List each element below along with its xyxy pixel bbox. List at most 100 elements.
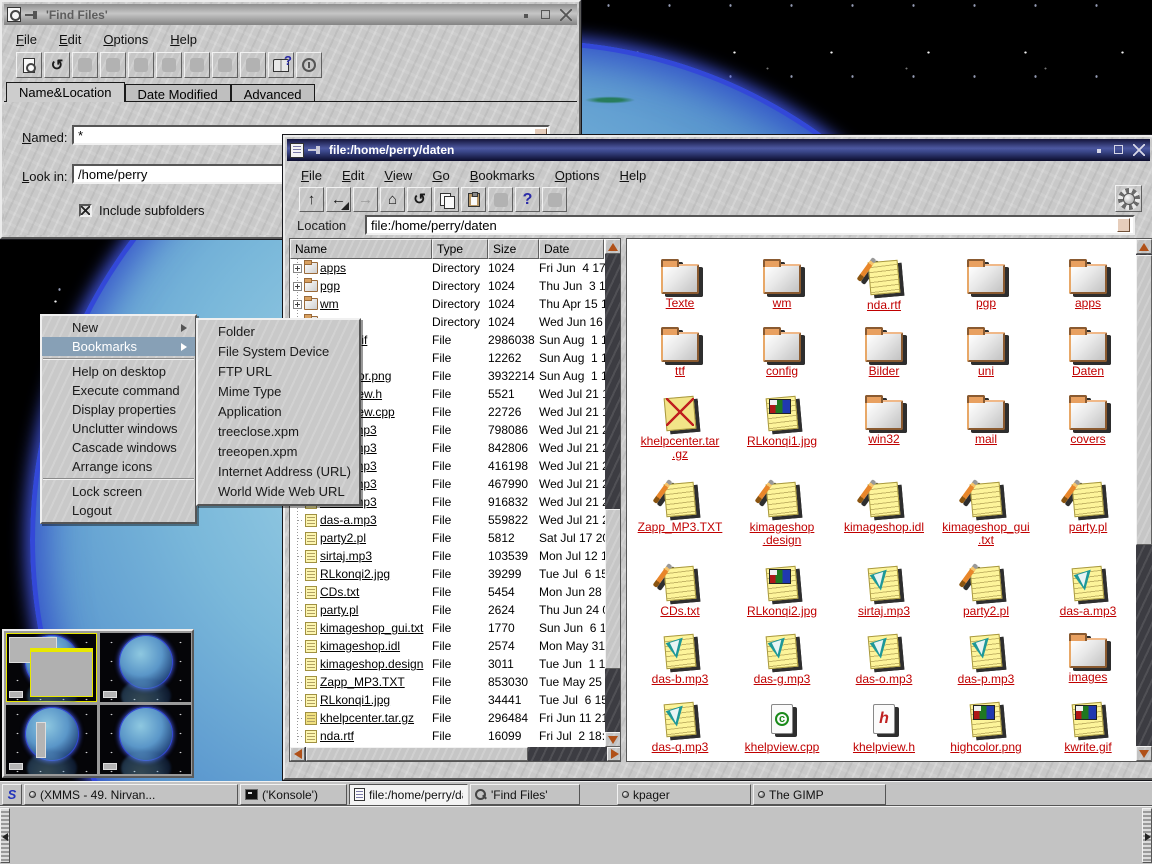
minimize-button[interactable] xyxy=(1091,142,1107,158)
pager-desktop-3[interactable] xyxy=(6,705,97,774)
icon-label[interactable]: RLkonqi1.jpg xyxy=(732,435,832,448)
table-row[interactable]: pgpDirectory1024Thu Jun 3 19 xyxy=(290,277,604,295)
icon-view-item[interactable]: kimageshop_gui.txt xyxy=(936,482,1036,547)
icon-view-item[interactable]: Daten xyxy=(1038,328,1138,378)
icon-label-2[interactable]: .design xyxy=(732,534,832,547)
icon-label[interactable]: party2.pl xyxy=(936,605,1036,618)
paste-button[interactable] xyxy=(461,187,486,212)
icon-view-item[interactable]: khelpcenter.tar.gz xyxy=(630,396,730,461)
record-button[interactable] xyxy=(184,52,210,78)
table-row[interactable]: khelpcenter.tar.gzFile296484Fri Jun 11 2… xyxy=(290,709,604,727)
scroll-down-button[interactable] xyxy=(605,732,621,747)
panel-hide-right-button[interactable] xyxy=(1142,808,1152,863)
column-header-size[interactable]: Size xyxy=(488,239,539,259)
menu-edit[interactable]: Edit xyxy=(342,168,364,183)
tab-advanced[interactable]: Advanced xyxy=(231,84,315,102)
minimize-button[interactable] xyxy=(518,7,534,23)
column-header-type[interactable]: Type xyxy=(432,239,488,259)
icon-view-item[interactable]: hkhelpview.h xyxy=(834,702,934,754)
location-input[interactable] xyxy=(365,215,1135,235)
menu-item-lock-screen[interactable]: Lock screen xyxy=(42,482,195,501)
icon-view-item[interactable]: das-a.mp3 xyxy=(1038,566,1138,618)
menu-file[interactable]: File xyxy=(16,32,37,47)
icon-label[interactable]: wm xyxy=(732,297,832,310)
close-button[interactable] xyxy=(1131,142,1147,158)
icon-label[interactable]: sirtaj.mp3 xyxy=(834,605,934,618)
submenu-item-treeopen-xpm[interactable]: treeopen.xpm xyxy=(198,442,359,462)
tab-date-modified[interactable]: Date Modified xyxy=(125,84,231,102)
save-button[interactable] xyxy=(128,52,154,78)
close-button[interactable] xyxy=(296,52,322,78)
icon-label[interactable]: khelpview.cpp xyxy=(732,741,832,754)
menu-view[interactable]: View xyxy=(384,168,412,183)
icon-label[interactable]: Zapp_MP3.TXT xyxy=(630,521,730,534)
stop-button[interactable] xyxy=(542,187,567,212)
scrollbar-thumb[interactable] xyxy=(605,509,621,669)
taskbar-find-files[interactable]: 'Find Files' xyxy=(470,784,580,805)
table-row[interactable]: RLkonqi1.jpgFile34441Tue Jul 6 15: xyxy=(290,691,604,709)
scroll-up-button[interactable] xyxy=(1136,239,1152,254)
tree-horizontal-scrollbar[interactable] xyxy=(290,747,621,762)
scroll-up-button[interactable] xyxy=(605,239,621,254)
icon-view-item[interactable]: Texte xyxy=(630,260,730,310)
icon-label[interactable]: das-g.mp3 xyxy=(732,673,832,686)
submenu-item-internet-address-url[interactable]: Internet Address (URL) xyxy=(198,462,359,482)
icon-view-item[interactable]: Zapp_MP3.TXT xyxy=(630,482,730,534)
icon-label[interactable]: highcolor.png xyxy=(936,741,1036,754)
icon-view-item[interactable]: pgp xyxy=(936,260,1036,310)
icon-label[interactable]: kimageshop.idl xyxy=(834,521,934,534)
icon-view-item[interactable]: kwrite.gif xyxy=(1038,702,1138,754)
icon-vertical-scrollbar[interactable] xyxy=(1136,239,1152,761)
icon-view-item[interactable]: nda.rtf xyxy=(834,260,934,312)
menu-item-display-properties[interactable]: Display properties xyxy=(42,400,195,419)
column-header-name[interactable]: Name xyxy=(290,239,432,259)
icon-label[interactable]: khelpview.h xyxy=(834,741,934,754)
up-button[interactable]: ↑ xyxy=(299,187,324,212)
print-button[interactable] xyxy=(488,187,513,212)
table-row[interactable]: CDs.txtFile5454Mon Jun 28 2 xyxy=(290,583,604,601)
icon-view-item[interactable]: highcolor.png xyxy=(936,702,1036,754)
taskbar-start-button[interactable]: S xyxy=(2,784,22,805)
scroll-down-button[interactable] xyxy=(1136,746,1152,761)
file-name[interactable]: wm xyxy=(320,297,339,311)
menu-go[interactable]: Go xyxy=(432,168,449,183)
tree-expander-icon[interactable] xyxy=(293,282,302,291)
icon-view-item[interactable]: wm xyxy=(732,260,832,310)
menu-item-help-on-desktop[interactable]: Help on desktop xyxy=(42,362,195,381)
icon-view-item[interactable]: config xyxy=(732,328,832,378)
icon-label[interactable]: apps xyxy=(1038,297,1138,310)
icon-label[interactable]: Texte xyxy=(630,297,730,310)
menu-help[interactable]: Help xyxy=(620,168,647,183)
file-name[interactable]: kimageshop_gui.txt xyxy=(320,621,423,635)
taskbar-kpager[interactable]: kpager xyxy=(617,784,751,805)
submenu-item-mime-type[interactable]: Mime Type xyxy=(198,382,359,402)
icon-label[interactable]: das-b.mp3 xyxy=(630,673,730,686)
refresh-button[interactable]: ↺ xyxy=(44,52,70,78)
icon-label[interactable]: mail xyxy=(936,433,1036,446)
forward-button[interactable]: → xyxy=(353,187,378,212)
file-name[interactable]: khelpcenter.tar.gz xyxy=(320,711,414,725)
icon-label[interactable]: pgp xyxy=(936,297,1036,310)
submenu-item-application[interactable]: Application xyxy=(198,402,359,422)
menu-item-bookmarks[interactable]: Bookmarks xyxy=(42,337,195,356)
maximize-button[interactable] xyxy=(538,7,554,23)
table-row[interactable]: sirtaj.mp3File103539Mon Jul 12 16 xyxy=(290,547,604,565)
icon-view-item[interactable]: das-q.mp3 xyxy=(630,702,730,754)
submenu-item-treeclose-xpm[interactable]: treeclose.xpm xyxy=(198,422,359,442)
location-dropdown-button[interactable] xyxy=(1117,218,1130,232)
icon-label[interactable]: config xyxy=(732,365,832,378)
icon-view-item[interactable]: sirtaj.mp3 xyxy=(834,566,934,618)
icon-label[interactable]: party.pl xyxy=(1038,521,1138,534)
icon-label[interactable]: Bilder xyxy=(834,365,934,378)
table-row[interactable]: kimageshop.idlFile2574Mon May 31 1 xyxy=(290,637,604,655)
tree-expander-icon[interactable] xyxy=(293,300,302,309)
menu-bookmarks[interactable]: Bookmarks xyxy=(470,168,535,183)
table-row[interactable]: Zapp_MP3.TXTFile853030Tue May 25 0 xyxy=(290,673,604,691)
icon-label[interactable]: RLkonqi2.jpg xyxy=(732,605,832,618)
table-row[interactable]: kimageshop.designFile3011Tue Jun 1 15 xyxy=(290,655,604,673)
help-button[interactable]: ? xyxy=(515,187,540,212)
find-titlebar[interactable]: 'Find Files' xyxy=(4,4,577,25)
icon-label[interactable]: das-o.mp3 xyxy=(834,673,934,686)
icon-view-item[interactable]: das-p.mp3 xyxy=(936,634,1036,686)
taskbar-konsole[interactable]: ('Konsole') xyxy=(240,784,347,805)
